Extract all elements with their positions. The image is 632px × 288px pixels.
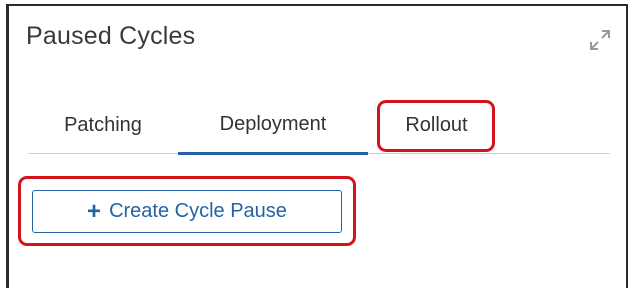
create-cycle-pause-label: Create Cycle Pause xyxy=(109,200,287,222)
create-cycle-pause-button[interactable]: + Create Cycle Pause xyxy=(32,190,342,233)
expand-icon[interactable] xyxy=(588,28,612,52)
tab-patching[interactable]: Patching xyxy=(28,96,178,154)
tab-deployment[interactable]: Deployment xyxy=(178,96,368,155)
plus-icon: + xyxy=(87,197,102,225)
tab-rollout[interactable]: Rollout xyxy=(374,96,499,154)
tab-bar: Patching Deployment Rollout xyxy=(28,96,610,155)
panel-title: Paused Cycles xyxy=(26,22,196,50)
